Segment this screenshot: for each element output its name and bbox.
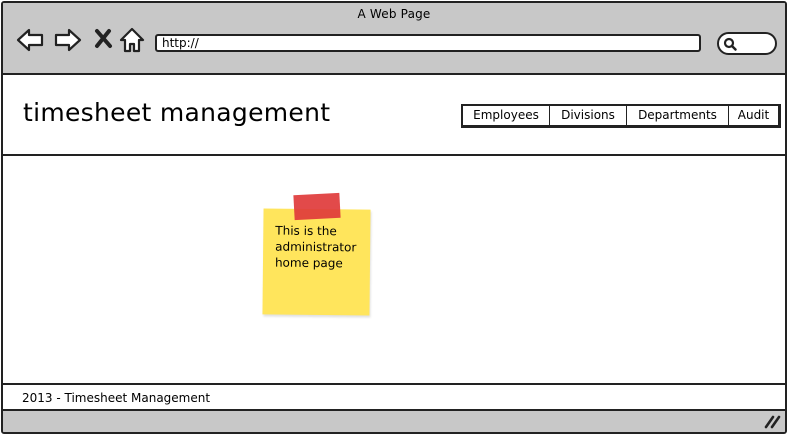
browser-window: A Web Page http:// timesheet management … [1,1,787,434]
nav-tab-departments[interactable]: Departments [627,106,729,125]
page-footer: 2013 - Timesheet Management [3,383,785,409]
resize-grip-icon[interactable] [763,413,781,432]
main-content: This is the administrator home page [3,156,785,383]
sticky-note: This is the administrator home page [262,208,371,316]
address-bar[interactable]: http:// [155,34,701,52]
window-title: A Web Page [357,7,431,21]
back-arrow-icon[interactable] [15,25,45,55]
nav-tab-audit[interactable]: Audit [729,106,778,125]
main-navigation: Employees Divisions Departments Audit [461,104,781,128]
sticky-note-tape [293,192,341,221]
search-icon [723,37,737,51]
sticky-note-text: This is the administrator home page [274,223,357,271]
page-title: timesheet management [23,98,331,127]
browser-toolbar: A Web Page http:// [3,3,785,75]
footer-text: 2013 - Timesheet Management [22,391,211,405]
app-header: timesheet management Employees Divisions… [3,75,785,156]
nav-tab-employees[interactable]: Employees [463,106,550,125]
status-bar [3,409,785,432]
forward-arrow-icon[interactable] [53,25,83,55]
nav-tab-divisions[interactable]: Divisions [550,106,627,125]
search-field[interactable] [717,32,777,55]
home-icon[interactable] [117,25,147,55]
